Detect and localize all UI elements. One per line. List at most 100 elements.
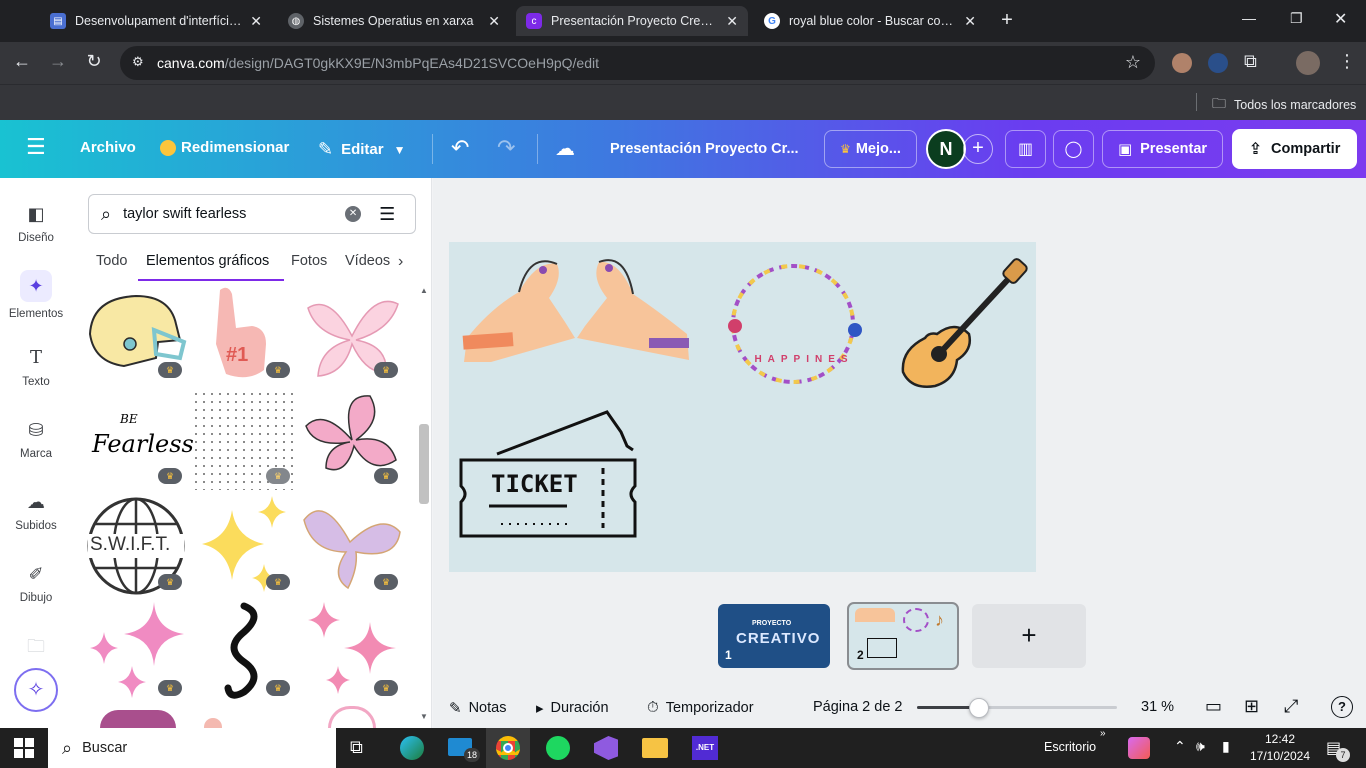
task-view-icon[interactable]: ⧉ [350, 737, 363, 758]
reload-icon[interactable]: ↻ [81, 51, 107, 75]
zoom-level[interactable]: 31 % [1141, 699, 1174, 715]
upgrade-button[interactable]: ♛ Mejo... [824, 130, 917, 168]
timer-button[interactable]: ⏱ Temporizador [647, 699, 754, 716]
scrollbar[interactable]: ▲ ▼ [418, 284, 430, 724]
zoom-slider-track[interactable] [917, 698, 1117, 718]
forward-icon[interactable]: → [45, 51, 71, 75]
network-icon[interactable]: ▮ [1222, 738, 1230, 755]
dotnet-icon[interactable]: .NET [692, 736, 718, 760]
slide-canvas[interactable]: HAPPINES TICKET [449, 242, 1036, 572]
sidebar-item-text[interactable]: T Texto [0, 346, 72, 388]
magic-sparkle-icon[interactable]: ✧ [14, 668, 58, 712]
present-button[interactable]: ▣ Presentar [1102, 130, 1223, 168]
file-menu[interactable]: Archivo [80, 139, 136, 156]
extension-icon[interactable] [1208, 53, 1228, 73]
sidebar-item-elements[interactable]: ✦ Elementos [0, 270, 72, 320]
tab-graphics[interactable]: Elementos gráficos [146, 253, 269, 269]
visual-studio-icon[interactable] [594, 736, 618, 760]
graphic-be-fearless[interactable]: BE Fearless ♛ [84, 390, 194, 490]
extension-icon[interactable] [1172, 53, 1192, 73]
search-input[interactable] [123, 206, 334, 222]
tab-photos[interactable]: Fotos [291, 253, 327, 269]
bracelet-graphic[interactable] [721, 254, 871, 390]
add-collaborator-icon[interactable]: + [963, 134, 993, 164]
close-tab-icon[interactable]: ✕ [250, 13, 262, 30]
page-thumbnail-1[interactable]: PROYECTO CREATIVO 1 [718, 604, 830, 668]
sidebar-item-brand[interactable]: ⛁ Marca [0, 418, 72, 460]
browser-tab[interactable]: ◍ Sistemes Operatius en xarxa ✕ [278, 6, 510, 36]
filter-sliders-icon[interactable]: ☰ [379, 204, 395, 225]
graphic-partial[interactable] [204, 718, 222, 728]
file-explorer-icon[interactable] [642, 738, 668, 758]
copilot-icon[interactable] [1128, 737, 1150, 759]
menu-dots-icon[interactable]: ⋮ [1338, 51, 1356, 72]
graphic-pink-butterfly-2[interactable]: ♛ [300, 390, 404, 490]
notes-button[interactable]: ✎ Notas [449, 699, 506, 717]
sidebar-item-more[interactable]: 🗀 [0, 634, 72, 664]
tab-videos[interactable]: Vídeos [345, 253, 390, 269]
redo-icon[interactable]: ↷ [497, 135, 515, 161]
profile-avatar[interactable] [1296, 51, 1320, 75]
scrollbar-thumb[interactable] [419, 424, 429, 504]
url-field[interactable]: ⚙ canva.com/design/DAGT0gkKX9E/N3mbPqEAs… [120, 46, 1155, 80]
duration-button[interactable]: ▸ Duración [536, 699, 609, 717]
scroll-down-icon[interactable]: ▼ [420, 712, 428, 721]
browser-tab[interactable]: G royal blue color - Buscar con Go ✕ [754, 6, 986, 36]
bookmark-star-icon[interactable]: ☆ [1125, 52, 1141, 73]
extensions-puzzle-icon[interactable]: ⧉ [1244, 51, 1257, 72]
tray-up-icon[interactable]: ⌃ [1174, 738, 1186, 755]
graphic-yellow-sparkles[interactable]: ♛ [192, 496, 296, 596]
design-title[interactable]: Presentación Proyecto Cr... [610, 141, 799, 157]
chrome-taskbar-active[interactable] [486, 728, 530, 768]
grid-view-icon[interactable]: ⊞ [1244, 696, 1259, 717]
zoom-slider-thumb[interactable] [969, 698, 989, 718]
graphic-pink-butterfly[interactable]: ♛ [300, 284, 404, 384]
help-icon[interactable]: ? [1331, 696, 1353, 718]
undo-icon[interactable]: ↶ [451, 135, 469, 161]
minimize-icon[interactable]: — [1242, 10, 1256, 26]
fullscreen-icon[interactable]: ⤢ [1284, 696, 1298, 717]
sidebar-item-design[interactable]: ◧ Diseño [0, 202, 72, 244]
heart-hands-graphic[interactable] [457, 250, 697, 362]
cloud-saved-icon[interactable]: ☁ [555, 136, 575, 161]
page-view-icon[interactable]: ▭ [1205, 696, 1222, 717]
edge-icon[interactable] [400, 736, 424, 760]
desktop-label[interactable]: Escritorio [1044, 740, 1096, 754]
graphic-swift-globe[interactable]: S.W.I.F.T. ♛ [84, 496, 188, 596]
chevron-icon[interactable]: » [1100, 728, 1106, 739]
taskbar-search[interactable]: ⌕ Buscar [48, 728, 336, 768]
insights-chart-icon[interactable]: ▥ [1005, 130, 1046, 168]
clear-search-icon[interactable]: ✕ [345, 206, 362, 222]
guitar-graphic[interactable] [895, 254, 1035, 394]
graphic-helmet[interactable]: ♛ [84, 284, 188, 384]
graphic-partial[interactable] [100, 710, 176, 728]
page-indicator[interactable]: Página 2 de 2 [813, 699, 903, 715]
edit-menu[interactable]: ✎ Editar ▼ [318, 139, 406, 160]
browser-tab[interactable]: ▤ Desenvolupament d'interfícies· ✕ [40, 6, 272, 36]
restore-icon[interactable]: ❐ [1290, 10, 1303, 27]
graphic-lilac-butterfly[interactable]: ♛ [300, 496, 404, 596]
volume-icon[interactable]: 🕪 [1196, 738, 1205, 755]
resize-button[interactable]: Redimensionar [160, 139, 289, 156]
clock-date[interactable]: 17/10/2024 [1246, 749, 1314, 763]
all-bookmarks-button[interactable]: 🗀 Todos los marcadores [1212, 93, 1356, 117]
add-page-button[interactable]: + [972, 604, 1086, 668]
hamburger-menu-icon[interactable]: ☰ [26, 134, 46, 160]
site-settings-icon[interactable]: ⚙ [132, 54, 144, 70]
page-thumbnail-2-selected[interactable]: ♪ 2 [847, 602, 959, 670]
comment-icon[interactable]: ◯ [1053, 130, 1094, 168]
graphic-pink-stars[interactable]: ♛ [300, 602, 404, 702]
windows-start-icon[interactable] [14, 738, 34, 758]
search-box[interactable]: ⌕ ✕ ☰ [88, 194, 416, 234]
graphic-pink-sparkles[interactable]: ♛ [84, 602, 188, 702]
chevron-right-icon[interactable]: › [398, 253, 403, 271]
user-avatar[interactable]: N [926, 129, 966, 169]
close-tab-icon[interactable]: ✕ [488, 13, 500, 30]
clock-time[interactable]: 12:42 [1250, 732, 1310, 746]
graphic-icon-pattern[interactable]: ♛ [192, 390, 296, 490]
graphic-partial-bow[interactable] [328, 706, 376, 728]
new-tab-icon[interactable]: + [994, 8, 1020, 34]
close-window-icon[interactable]: ✕ [1334, 9, 1347, 29]
tab-all[interactable]: Todo [96, 253, 127, 269]
scroll-up-icon[interactable]: ▲ [420, 286, 428, 295]
